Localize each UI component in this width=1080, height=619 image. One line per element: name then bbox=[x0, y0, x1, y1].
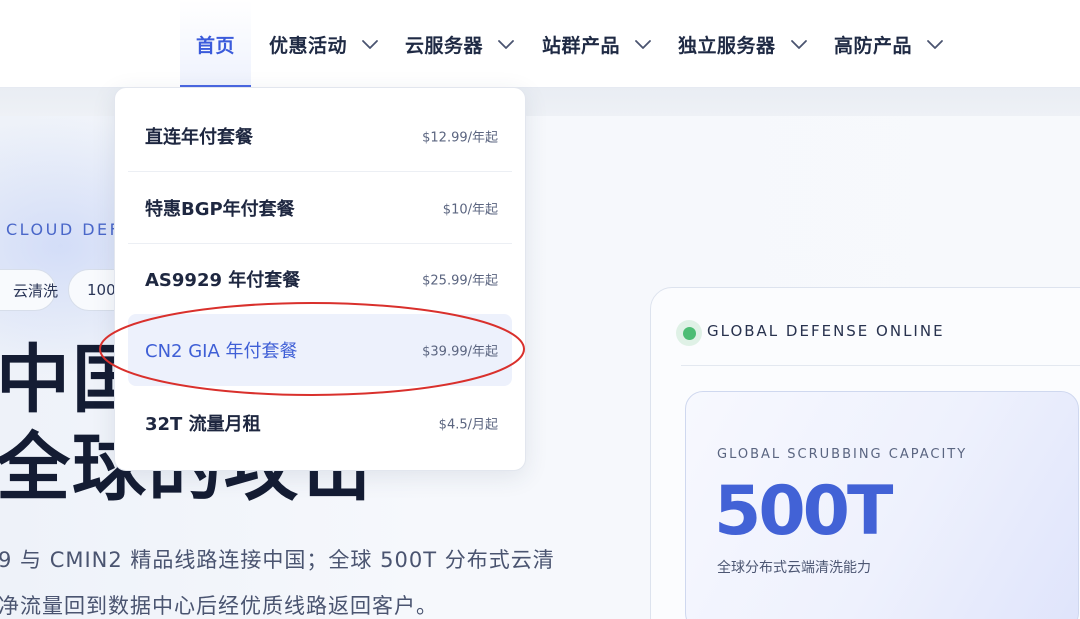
dropdown-item-price: $39.99/年起 bbox=[422, 344, 498, 360]
status-text: GLOBAL DEFENSE ONLINE bbox=[707, 322, 945, 340]
chevron-down-icon bbox=[495, 33, 517, 55]
dropdown-item-bgp-annual[interactable]: 特惠BGP年付套餐 $10/年起 bbox=[128, 178, 512, 238]
status-indicator bbox=[676, 320, 702, 346]
nav-item-ddos-protection[interactable]: 高防产品 bbox=[834, 0, 946, 88]
capacity-value: 500T bbox=[714, 472, 893, 551]
page: CLOUD DEF 云清洗 100 中国 全球的攻击 9 与 CMIN2 精品线… bbox=[0, 0, 1080, 619]
hero-description-line1: 9 与 CMIN2 精品线路连接中国；全球 500T 分布式云清 bbox=[0, 548, 555, 572]
chevron-down-icon bbox=[632, 33, 654, 55]
top-navigation: 首页 优惠活动 云服务器 站群产品 独立服务器 高防产品 bbox=[0, 0, 1080, 88]
divider bbox=[128, 171, 512, 172]
capacity-label: GLOBAL SCRUBBING CAPACITY bbox=[717, 447, 968, 462]
nav-item-site-cluster[interactable]: 站群产品 bbox=[542, 0, 654, 88]
dropdown-item-label: 特惠BGP年付套餐 bbox=[145, 199, 295, 220]
divider bbox=[681, 365, 1080, 366]
divider bbox=[128, 243, 512, 244]
chevron-down-icon bbox=[788, 33, 810, 55]
nav-item-label: 独立服务器 bbox=[678, 34, 776, 57]
dropdown-item-label: CN2 GIA 年付套餐 bbox=[145, 341, 298, 362]
nav-item-label: 优惠活动 bbox=[269, 34, 348, 57]
global-defense-card: GLOBAL DEFENSE ONLINE GLOBAL SCRUBBING C… bbox=[650, 287, 1080, 619]
dropdown-item-cn2-gia-annual[interactable]: CN2 GIA 年付套餐 $39.99/年起 bbox=[128, 314, 512, 386]
hero-pill-label: 100 bbox=[87, 281, 116, 299]
hero-pill-cloud-scrubbing: 云清洗 bbox=[0, 269, 59, 311]
dropdown-item-label: AS9929 年付套餐 bbox=[145, 270, 301, 291]
dropdown-item-label: 32T 流量月租 bbox=[145, 414, 261, 435]
dropdown-item-as9929-annual[interactable]: AS9929 年付套餐 $25.99/年起 bbox=[128, 249, 512, 309]
dropdown-item-label: 直连年付套餐 bbox=[145, 127, 253, 148]
dropdown-item-price: $25.99/年起 bbox=[422, 273, 498, 289]
nav-item-promotions[interactable]: 优惠活动 bbox=[269, 0, 381, 88]
dropdown-item-price: $4.5/月起 bbox=[438, 417, 498, 433]
hero-pill-label: 云清洗 bbox=[13, 281, 59, 300]
hero-description-line2: 净流量回到数据中心后经优质线路返回客户。 bbox=[0, 594, 438, 618]
capacity-subtitle: 全球分布式云端清洗能力 bbox=[717, 560, 871, 576]
chevron-down-icon bbox=[924, 33, 946, 55]
nav-item-home[interactable]: 首页 bbox=[180, 0, 251, 88]
promotions-dropdown-menu: 直连年付套餐 $12.99/年起 特惠BGP年付套餐 $10/年起 AS9929… bbox=[114, 87, 526, 471]
dropdown-item-price: $10/年起 bbox=[442, 202, 498, 218]
nav-item-label: 首页 bbox=[195, 34, 235, 57]
dropdown-item-direct-annual[interactable]: 直连年付套餐 $12.99/年起 bbox=[128, 106, 512, 166]
nav-item-label: 站群产品 bbox=[542, 34, 621, 57]
nav-item-cloud-servers[interactable]: 云服务器 bbox=[405, 0, 517, 88]
nav-item-dedicated-servers[interactable]: 独立服务器 bbox=[678, 0, 810, 88]
nav-item-label: 云服务器 bbox=[405, 34, 484, 57]
chevron-down-icon bbox=[359, 33, 381, 55]
status-dot-icon bbox=[682, 326, 696, 340]
capacity-panel: GLOBAL SCRUBBING CAPACITY 500T 全球分布式云端清洗… bbox=[685, 391, 1079, 619]
hero-eyebrow: CLOUD DEF bbox=[6, 220, 122, 239]
dropdown-item-32t-traffic-monthly[interactable]: 32T 流量月租 $4.5/月起 bbox=[128, 393, 512, 453]
nav-item-label: 高防产品 bbox=[834, 34, 913, 57]
dropdown-item-price: $12.99/年起 bbox=[422, 130, 498, 146]
